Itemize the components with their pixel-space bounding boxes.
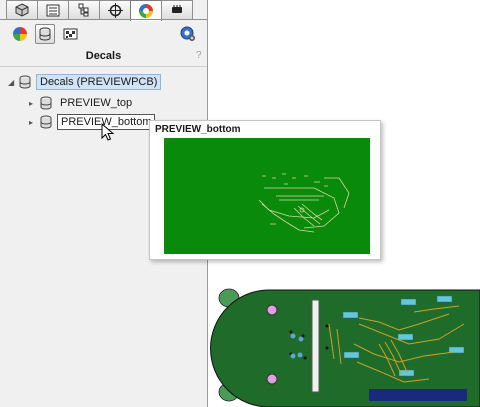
add-decal-button[interactable]: [178, 24, 198, 44]
tab-display-manager[interactable]: [130, 0, 162, 21]
chip-icon: [172, 5, 182, 13]
decal-preview-image: [164, 138, 370, 254]
color-wheel-icon: [13, 27, 27, 41]
tab-configuration-manager[interactable]: [68, 0, 100, 19]
crosshair-icon: [107, 2, 123, 18]
decals-button[interactable]: [35, 24, 55, 44]
tab-dimxpert[interactable]: [99, 0, 131, 19]
scenes-button[interactable]: [60, 24, 80, 44]
tab-property-manager[interactable]: [37, 0, 69, 19]
pcb-model-view: [210, 288, 480, 407]
database-icon: [40, 115, 52, 129]
appearances-button[interactable]: [10, 24, 30, 44]
database-icon: [19, 75, 31, 89]
scene-icon: [63, 28, 77, 40]
tab-feature-manager[interactable]: [6, 0, 38, 19]
tab-circuitworks[interactable]: [161, 0, 193, 19]
tooltip-title: PREVIEW_bottom: [155, 124, 241, 135]
mouse-cursor-icon: [101, 123, 115, 141]
display-toolbar: [10, 24, 80, 44]
title-divider: [0, 66, 207, 67]
list-icon: [46, 4, 60, 16]
collapse-arrow-icon[interactable]: ▸: [29, 118, 39, 127]
appearance-icon: [139, 4, 153, 18]
expand-arrow-icon[interactable]: ◢: [8, 78, 18, 87]
database-icon: [39, 27, 51, 41]
cube-icon: [15, 3, 29, 17]
tree-root-label: Decals (PREVIEWPCB): [36, 74, 162, 90]
tree-item-preview-top[interactable]: ▸ PREVIEW_top: [29, 94, 135, 112]
tree-item-label: PREVIEW_top: [60, 97, 133, 109]
tab-divider: [0, 19, 207, 20]
decal-preview-tooltip: PREVIEW_bottom: [149, 120, 381, 260]
panel-title: Decals: [85, 50, 122, 62]
tree-item-preview-bottom[interactable]: ▸ PREVIEW_bottom: [29, 113, 156, 131]
config-icon: [78, 3, 89, 17]
collapse-arrow-icon[interactable]: ▸: [29, 99, 39, 108]
database-icon: [40, 96, 52, 110]
panel-tabs: [6, 0, 193, 21]
tree-root-decals[interactable]: ◢ Decals (PREVIEWPCB): [8, 73, 162, 91]
add-decal-icon: [180, 26, 195, 41]
help-icon[interactable]: ?: [196, 50, 202, 61]
